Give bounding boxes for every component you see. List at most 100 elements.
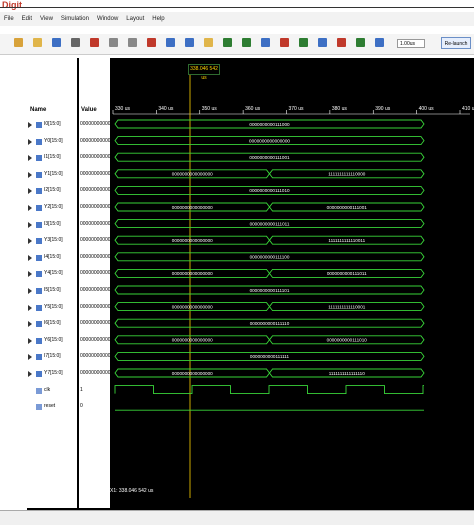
step-icon[interactable] (356, 38, 365, 47)
cut-icon[interactable] (90, 38, 99, 47)
signal-name[interactable]: I1[15:0] (44, 154, 61, 160)
expand-arrow-icon[interactable] (28, 221, 32, 228)
undo-icon[interactable] (166, 38, 175, 47)
expand-arrow-icon[interactable] (28, 354, 32, 361)
expand-arrow-icon[interactable] (28, 288, 32, 294)
bus-signal-icon (36, 304, 42, 311)
expand-arrow-icon[interactable] (28, 371, 32, 377)
bus-value-label: 1111111111110001 (328, 304, 366, 309)
signal-name[interactable]: Y6[15:0] (44, 337, 63, 343)
pause-icon[interactable] (318, 38, 327, 47)
delete-icon[interactable] (147, 38, 156, 47)
menu-item-edit[interactable]: Edit (18, 12, 36, 26)
bus-value-label: 1111111111110000 (328, 172, 366, 177)
menu-item-simulation[interactable]: Simulation (57, 12, 93, 26)
signal-value: 0000000000000 (80, 336, 110, 343)
expand-arrow-icon[interactable] (28, 155, 32, 162)
bus-value-label: 0000000000000000 (172, 172, 213, 177)
menu-item-file[interactable]: File (0, 12, 18, 26)
find-icon[interactable] (204, 38, 213, 47)
bit-signal-icon (36, 404, 42, 411)
signal-name[interactable]: reset (44, 403, 55, 409)
expand-arrow-icon[interactable] (28, 188, 32, 195)
bus-value-label: 0000000000000000 (172, 271, 213, 276)
restart-icon[interactable] (375, 38, 384, 47)
signal-value: 0 (80, 403, 83, 410)
redo-icon[interactable] (185, 38, 194, 47)
expand-arrow-icon[interactable] (28, 171, 32, 178)
bus-signal-icon (36, 271, 42, 278)
marker-icon[interactable] (280, 38, 289, 47)
expand-arrow-icon[interactable] (28, 122, 32, 128)
menu-item-layout[interactable]: Layout (122, 12, 148, 26)
expand-arrow-icon[interactable] (28, 138, 32, 145)
signal-name[interactable]: Y2[15:0] (44, 204, 63, 210)
bus-value-label: 0000000000000000 (172, 238, 213, 243)
save-icon[interactable] (52, 38, 61, 47)
menu-item-view[interactable]: View (36, 12, 57, 26)
toolbar: 1.00us Re-launch (0, 34, 474, 55)
bus-value-label: 0000000000111101 (250, 288, 290, 293)
bus-signal-icon (36, 138, 42, 145)
bit-signal-icon (36, 387, 42, 394)
signal-name[interactable]: Y4[15:0] (44, 270, 63, 276)
signal-value: 0000000000000 (80, 253, 110, 260)
new-icon[interactable] (14, 38, 23, 47)
signal-name[interactable]: Y0[15:0] (44, 138, 63, 144)
expand-arrow-icon[interactable] (28, 205, 32, 211)
zoom-value-field[interactable]: 1.00us (397, 39, 425, 48)
paste-icon[interactable] (128, 38, 137, 47)
signal-name[interactable]: Y7[15:0] (44, 370, 63, 376)
signal-name[interactable]: I4[15:0] (44, 254, 61, 260)
open-icon[interactable] (33, 38, 42, 47)
time-axis-label: 330 us (115, 106, 131, 112)
bus-signal-icon (36, 221, 42, 228)
zoom-out-icon[interactable] (242, 38, 251, 47)
expand-arrow-icon[interactable] (28, 271, 32, 278)
expand-arrow-icon[interactable] (28, 321, 32, 328)
value-column-header[interactable]: Value (81, 107, 97, 113)
signal-name[interactable]: I0[15:0] (44, 121, 61, 127)
signal-name[interactable]: I3[15:0] (44, 221, 61, 227)
bus-value-label: 0000000000000000 (172, 304, 213, 309)
expand-arrow-icon[interactable] (28, 254, 32, 261)
signal-name[interactable]: I5[15:0] (44, 287, 61, 293)
signal-value: 0000000000000 (80, 320, 110, 327)
signal-name[interactable]: clk (44, 387, 50, 393)
signal-name[interactable]: Y1[15:0] (44, 171, 63, 177)
signal-value: 0000000000000 (80, 170, 110, 177)
signal-value: 0000000000000 (80, 187, 110, 194)
bus-value-label: 0000000000000000 (172, 205, 213, 210)
bus-value-label: 0000000000000000 (172, 338, 213, 343)
run-icon[interactable] (299, 38, 308, 47)
expand-arrow-icon[interactable] (28, 304, 32, 311)
signal-value: 0000000000000 (80, 237, 110, 244)
bus-value-label: 0000000000111010 (249, 188, 290, 193)
copy-icon[interactable] (109, 38, 118, 47)
menu-item-window[interactable]: Window (93, 12, 122, 26)
signal-value: 0000000000000 (80, 154, 110, 161)
signal-name[interactable]: I2[15:0] (44, 187, 61, 193)
bus-value-label: 0000000000111110 (250, 321, 290, 326)
signal-value: 0000000000000 (80, 353, 110, 360)
print-icon[interactable] (71, 38, 80, 47)
menu-item-help[interactable]: Help (148, 12, 168, 26)
signal-value: 0000000000000 (80, 121, 110, 127)
signal-value: 0000000000000 (80, 137, 110, 144)
bus-signal-icon (36, 188, 42, 195)
bus-signal-icon (36, 354, 42, 361)
zoom-fit-icon[interactable] (261, 38, 270, 47)
expand-arrow-icon[interactable] (28, 337, 32, 344)
signal-name[interactable]: I7[15:0] (44, 353, 61, 359)
name-column-header[interactable]: Name (30, 107, 46, 113)
signal-name[interactable]: I6[15:0] (44, 320, 61, 326)
signal-name[interactable]: Y5[15:0] (44, 304, 63, 310)
signal-name[interactable]: Y3[15:0] (44, 237, 63, 243)
expand-arrow-icon[interactable] (28, 238, 32, 245)
zoom-in-icon[interactable] (223, 38, 232, 47)
stop-icon[interactable] (337, 38, 346, 47)
time-axis-label: 390 us (375, 106, 391, 112)
bus-value-label: 0000000000000000 (172, 371, 213, 376)
relaunch-button[interactable]: Re-launch (441, 37, 471, 49)
time-axis-label: 360 us (245, 106, 261, 112)
